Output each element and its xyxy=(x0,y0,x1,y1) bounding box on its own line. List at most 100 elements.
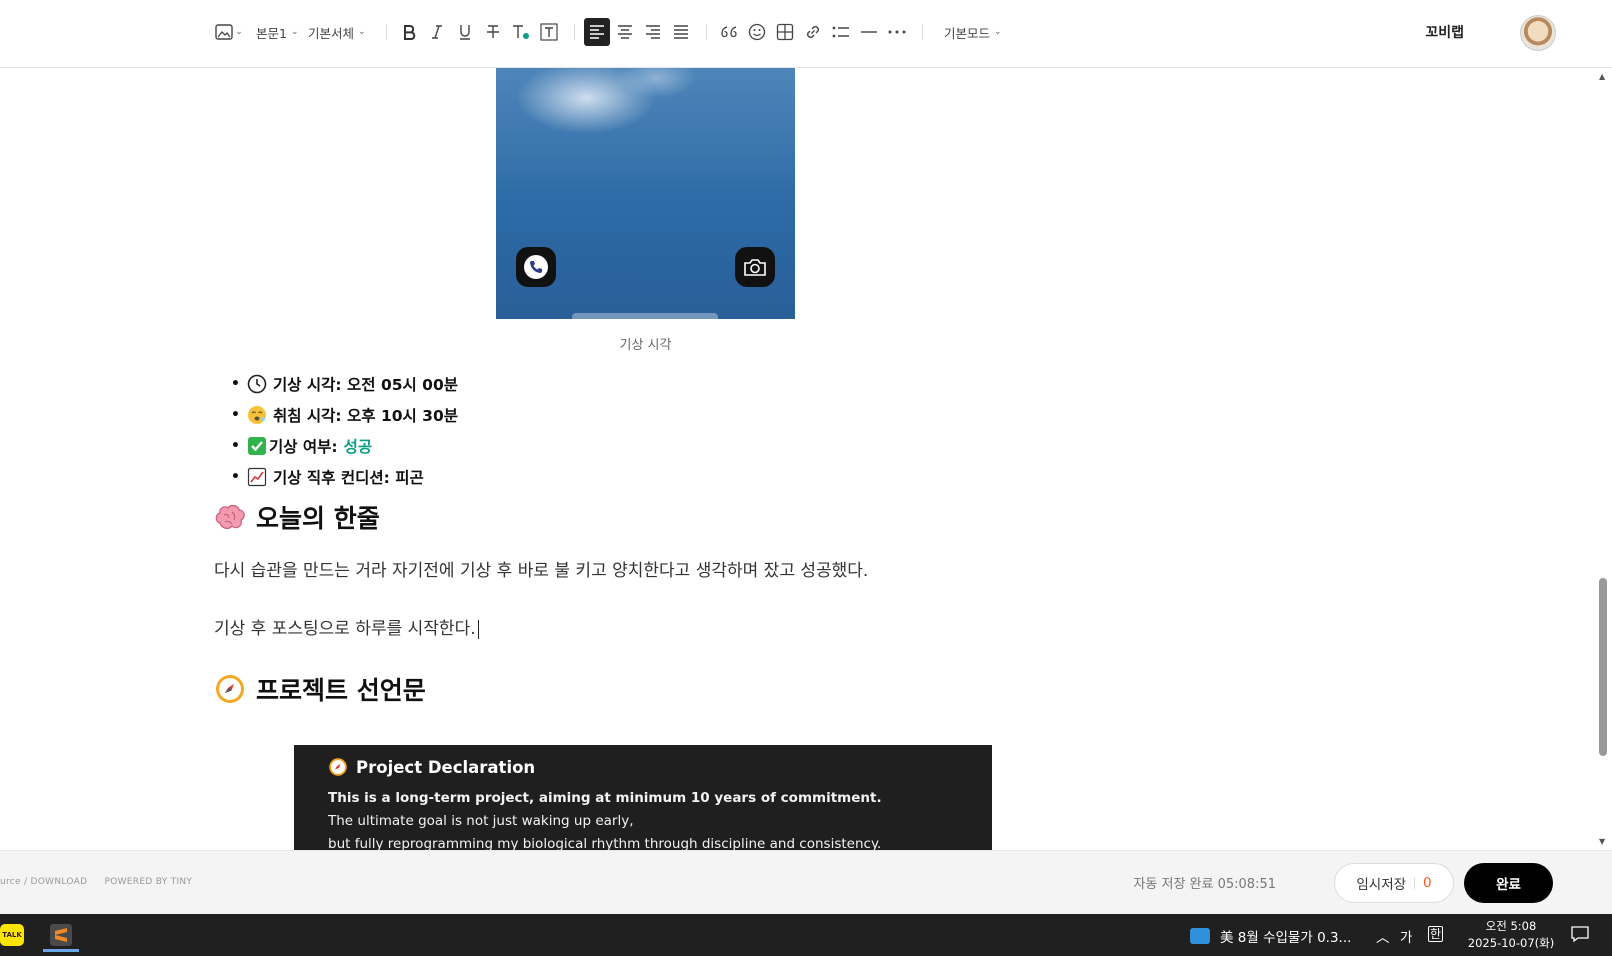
editor-mode-dropdown[interactable]: 기본모드 ⌄ xyxy=(944,18,1002,46)
more-button[interactable] xyxy=(884,18,910,46)
align-center-icon xyxy=(618,25,632,39)
underline-button[interactable] xyxy=(452,18,478,46)
list-item-text: 기상 여부: xyxy=(269,437,338,456)
sublime-text-icon xyxy=(50,924,72,946)
list-item-text: 취침 시각: 오후 10시 30분 xyxy=(273,406,459,425)
chart-increasing-icon xyxy=(247,467,267,487)
today-paragraph-2[interactable]: 기상 후 포스팅으로 하루를 시작한다. xyxy=(214,614,479,639)
editor-content[interactable]: 기상 시각 기상 시각: 오전 05시 00분 취침 시각: 오후 10시 30… xyxy=(0,68,1600,850)
list-icon xyxy=(832,26,849,38)
today-heading-text: 오늘의 한줄 xyxy=(256,504,380,533)
project-declaration-block[interactable]: Project Declaration This is a long-term … xyxy=(294,745,992,850)
align-center-button[interactable] xyxy=(612,18,638,46)
emoji-button[interactable] xyxy=(744,18,770,46)
clock-icon xyxy=(247,374,267,394)
bold-button[interactable] xyxy=(396,18,422,46)
sleeping-face-icon xyxy=(247,405,267,425)
home-indicator xyxy=(572,313,718,319)
list-item-text: 기상 시각: 오전 05시 00분 xyxy=(273,375,459,394)
alarm-screenshot-image[interactable] xyxy=(496,68,795,319)
emoji-icon xyxy=(748,23,766,41)
list-button[interactable] xyxy=(828,18,854,46)
notification-icon[interactable] xyxy=(1570,925,1590,947)
save-draft-button[interactable]: 임시저장 0 xyxy=(1334,863,1454,903)
text-cursor xyxy=(477,619,479,639)
app-window: ⌄ 본문1 ⌄ 기본서체 ⌄ 기본모드 ⌄ 꼬비랩 기상 시각 • 기상 시각:… xyxy=(0,0,1612,956)
chevron-down-icon: ⌄ xyxy=(290,27,299,37)
project-heading[interactable]: 프로젝트 선언문 xyxy=(214,671,426,707)
compass-icon xyxy=(328,757,348,777)
draft-divider xyxy=(1414,877,1416,889)
paragraph-style-dropdown[interactable]: 본문1 ⌄ xyxy=(256,18,299,46)
align-justify-button[interactable] xyxy=(668,18,694,46)
chevron-down-icon: ⌄ xyxy=(358,27,366,37)
table-icon xyxy=(776,23,794,41)
check-mark-icon xyxy=(247,436,267,456)
link-button[interactable] xyxy=(800,18,826,46)
scroll-up-arrow-icon[interactable]: ▲ xyxy=(1599,72,1605,81)
taskbar-clock[interactable]: 오전 5:08 2025-10-07(화) xyxy=(1466,918,1556,952)
sleep-stats-list[interactable]: 기상 시각: 오전 05시 00분 취침 시각: 오후 10시 30분 기상 여… xyxy=(214,368,458,492)
text-background-button[interactable] xyxy=(536,18,562,46)
ime-indicator[interactable]: 가 xyxy=(1400,926,1412,946)
scrollbar-thumb[interactable] xyxy=(1599,578,1607,756)
brain-icon xyxy=(214,501,246,533)
ime-mode-icon[interactable]: 한 xyxy=(1428,926,1444,942)
declaration-line: This is a long-term project, aiming at m… xyxy=(328,790,882,806)
italic-button[interactable] xyxy=(424,18,450,46)
compass-icon xyxy=(214,673,246,705)
declaration-title-text: Project Declaration xyxy=(356,757,536,777)
avatar[interactable] xyxy=(1520,15,1556,51)
editor-scrollbar[interactable]: ▲ ▼ xyxy=(1596,68,1610,850)
editor-mode-label: 기본모드 xyxy=(944,25,991,41)
publish-done-button[interactable]: 완료 xyxy=(1464,863,1553,903)
paragraph-style-label: 본문1 xyxy=(256,25,287,41)
autosave-status: 자동 저장 완료 05:08:51 xyxy=(1133,877,1276,892)
quote-button[interactable] xyxy=(716,18,742,46)
italic-icon xyxy=(432,25,442,39)
text-background-icon xyxy=(540,23,558,41)
font-dropdown[interactable]: 기본서체 ⌄ xyxy=(308,18,366,46)
today-paragraph-1[interactable]: 다시 습관을 만드는 거라 자기전에 기상 후 바로 불 키고 양치한다고 생각… xyxy=(214,556,868,581)
text-color-button[interactable] xyxy=(508,18,534,46)
save-draft-label: 임시저장 xyxy=(1356,877,1407,893)
image-icon xyxy=(215,24,233,40)
align-left-button[interactable] xyxy=(584,18,610,46)
scroll-down-arrow-icon[interactable]: ▼ xyxy=(1599,837,1605,846)
taskbar-kakaotalk[interactable]: TALK xyxy=(0,918,32,952)
image-insert-button[interactable]: ⌄ xyxy=(214,18,244,46)
align-right-button[interactable] xyxy=(640,18,666,46)
tray-chevron-up-icon[interactable]: ︿ xyxy=(1376,926,1390,946)
toolbar-divider xyxy=(706,24,707,40)
quote-icon xyxy=(721,26,737,38)
powered-by-label: POWERED BY TINY xyxy=(104,877,193,887)
bold-icon xyxy=(404,25,416,40)
user-name[interactable]: 꼬비랩 xyxy=(1425,22,1464,42)
image-caption[interactable]: 기상 시각 xyxy=(496,334,795,353)
windows-taskbar: TALK 美 8월 수입물가 0.3... ︿ 가 한 오전 5:08 2025… xyxy=(0,914,1612,956)
declaration-title: Project Declaration xyxy=(328,757,958,777)
horizontal-line-button[interactable] xyxy=(856,18,882,46)
news-icon xyxy=(1190,928,1210,944)
strikethrough-button[interactable] xyxy=(480,18,506,46)
project-heading-text: 프로젝트 선언문 xyxy=(256,676,426,705)
text-color-icon xyxy=(513,25,529,39)
wake-success-value: 성공 xyxy=(343,437,373,456)
taskbar-sublime[interactable] xyxy=(41,918,81,952)
draft-count: 0 xyxy=(1423,875,1432,891)
news-headline: 美 8월 수입물가 0.3... xyxy=(1220,930,1352,946)
more-icon xyxy=(888,30,906,34)
clock-date: 2025-10-07(화) xyxy=(1467,936,1555,950)
today-heading[interactable]: 오늘의 한줄 xyxy=(214,499,380,535)
news-widget[interactable]: 美 8월 수입물가 0.3... xyxy=(1190,926,1351,946)
source-download-link[interactable]: urce / DOWNLOAD xyxy=(0,877,87,887)
declaration-line: but fully reprogramming my biological rh… xyxy=(328,836,882,850)
list-item-text: 기상 직후 컨디션: 피곤 xyxy=(273,468,424,487)
font-label: 기본서체 xyxy=(308,25,355,41)
table-button[interactable] xyxy=(772,18,798,46)
footer-credits: urce / DOWNLOAD POWERED BY TINY xyxy=(0,877,206,887)
list-item: 기상 여부: 성공 xyxy=(214,430,458,461)
editor-footer: urce / DOWNLOAD POWERED BY TINY 자동 저장 완료… xyxy=(0,850,1612,914)
toolbar-divider xyxy=(574,24,575,40)
toolbar-divider xyxy=(386,24,387,40)
